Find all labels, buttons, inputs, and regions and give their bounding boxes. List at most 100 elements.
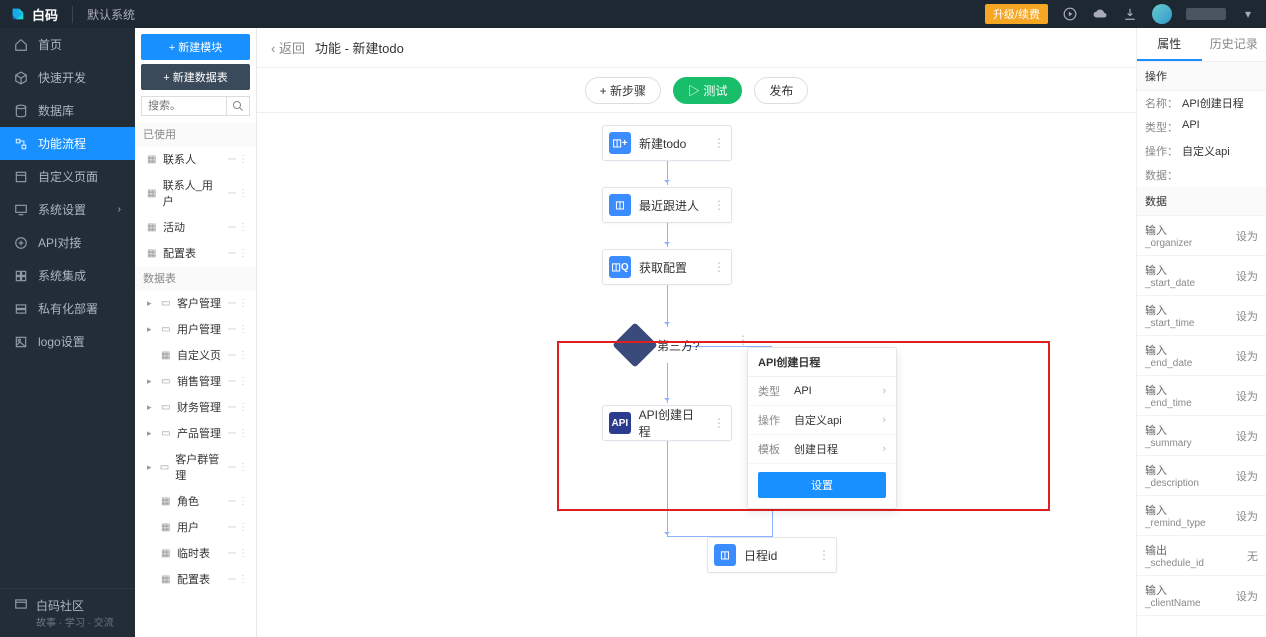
download-icon[interactable] — [1122, 6, 1138, 22]
popover-row[interactable]: 类型API› — [748, 377, 896, 406]
drag-handle-icon[interactable]: ⎓⋮ — [228, 462, 248, 473]
new-table-button[interactable]: + 新建数据表 — [141, 64, 250, 90]
set-as-link[interactable]: 设为 — [1236, 308, 1258, 324]
node-more-icon[interactable]: ⋮ — [818, 548, 830, 562]
used-item[interactable]: ▦联系人⎓⋮ — [135, 146, 256, 172]
doc-icon: ▦ — [161, 350, 171, 361]
folder-icon: ▭ — [161, 402, 171, 413]
avatar[interactable] — [1152, 4, 1172, 24]
drag-handle-icon[interactable]: ⎓⋮ — [228, 324, 248, 335]
data-item[interactable]: 输入_organizer设为 — [1137, 216, 1266, 256]
set-as-link[interactable]: 设为 — [1236, 348, 1258, 364]
tree-item[interactable]: ▸▭客户群管理⎓⋮ — [135, 446, 256, 488]
flow-node-schedule-id[interactable]: ◫ 日程id ⋮ — [707, 537, 837, 573]
tree-item[interactable]: ▦自定义页⎓⋮ — [135, 342, 256, 368]
tree-item[interactable]: ▦用户⎓⋮ — [135, 514, 256, 540]
set-as-link[interactable]: 设为 — [1236, 388, 1258, 404]
flow-canvas[interactable]: ◫+ 新建todo ⋮ ◫ 最近跟进人 ⋮ ◫Q 获取配置 ⋮ 第三方? ⋮ — [257, 113, 1136, 637]
nav-integration[interactable]: 系统集成 — [0, 259, 135, 292]
flow-icon — [14, 137, 28, 151]
node-more-icon[interactable]: ⋮ — [713, 260, 725, 274]
used-item[interactable]: ▦配置表⎓⋮ — [135, 240, 256, 266]
new-step-button[interactable]: + 新步骤 — [585, 77, 661, 104]
drag-handle-icon[interactable]: ⎓⋮ — [228, 298, 248, 309]
nav-settings[interactable]: 系统设置› — [0, 193, 135, 226]
search-icon[interactable] — [226, 96, 250, 116]
nav-database[interactable]: 数据库 — [0, 94, 135, 127]
chevron-down-icon[interactable]: ▾ — [1240, 6, 1256, 22]
username[interactable] — [1186, 8, 1226, 20]
popover-settings-button[interactable]: 设置 — [758, 472, 886, 498]
drag-handle-icon[interactable]: ⎓⋮ — [228, 154, 248, 165]
drag-handle-icon[interactable]: ⎓⋮ — [228, 428, 248, 439]
drag-handle-icon[interactable]: ⎓⋮ — [228, 350, 248, 361]
back-button[interactable]: ‹ 返回 — [271, 38, 305, 57]
tab-properties[interactable]: 属性 — [1137, 28, 1202, 61]
set-as-link[interactable]: 设为 — [1236, 508, 1258, 524]
tree-item[interactable]: ▸▭产品管理⎓⋮ — [135, 420, 256, 446]
node-more-icon[interactable]: ⋮ — [713, 136, 725, 150]
data-item[interactable]: 输入_description设为 — [1137, 456, 1266, 496]
publish-button[interactable]: 发布 — [754, 77, 808, 104]
nav-flow[interactable]: 功能流程 — [0, 127, 135, 160]
flow-node-recent-follower[interactable]: ◫ 最近跟进人 ⋮ — [602, 187, 732, 223]
new-module-button[interactable]: + 新建模块 — [141, 34, 250, 60]
drag-handle-icon[interactable]: ⎓⋮ — [228, 376, 248, 387]
drag-handle-icon[interactable]: ⎓⋮ — [228, 574, 248, 585]
drag-handle-icon[interactable]: ⎓⋮ — [228, 496, 248, 507]
upgrade-button[interactable]: 升级/续费 — [985, 4, 1048, 24]
test-button[interactable]: ▷ 测试 — [673, 77, 742, 104]
drag-handle-icon[interactable]: ⎓⋮ — [228, 222, 248, 233]
drag-handle-icon[interactable]: ⎓⋮ — [228, 522, 248, 533]
caret-icon — [147, 350, 155, 360]
nav-logo[interactable]: logo设置 — [0, 325, 135, 358]
drag-handle-icon[interactable]: ⎓⋮ — [228, 248, 248, 259]
logo[interactable]: 白码 — [10, 5, 72, 24]
nav-home[interactable]: 首页 — [0, 28, 135, 61]
tab-history[interactable]: 历史记录 — [1202, 28, 1266, 61]
cloud-icon[interactable] — [1092, 6, 1108, 22]
tree-item[interactable]: ▦临时表⎓⋮ — [135, 540, 256, 566]
community-link[interactable]: 白码社区 故事 · 学习 · 交流 — [0, 588, 135, 637]
data-item[interactable]: 输入_clientName设为 — [1137, 576, 1266, 616]
flow-node-get-config[interactable]: ◫Q 获取配置 ⋮ — [602, 249, 732, 285]
popover-row[interactable]: 模板创建日程› — [748, 435, 896, 464]
property-row: 类型：API — [1137, 115, 1266, 139]
nav-private[interactable]: 私有化部署 — [0, 292, 135, 325]
set-as-link[interactable]: 设为 — [1236, 228, 1258, 244]
set-as-link[interactable]: 设为 — [1236, 268, 1258, 284]
data-item[interactable]: 输入_end_date设为 — [1137, 336, 1266, 376]
tree-item[interactable]: ▸▭财务管理⎓⋮ — [135, 394, 256, 420]
nav-quickdev[interactable]: 快速开发 — [0, 61, 135, 94]
used-item[interactable]: ▦联系人_用户⎓⋮ — [135, 172, 256, 214]
used-item[interactable]: ▦活动⎓⋮ — [135, 214, 256, 240]
data-item[interactable]: 输入_summary设为 — [1137, 416, 1266, 456]
set-as-link[interactable]: 设为 — [1236, 588, 1258, 604]
drag-handle-icon[interactable]: ⎓⋮ — [228, 188, 248, 199]
data-item[interactable]: 输出_schedule_id无 — [1137, 536, 1266, 576]
popover-row[interactable]: 操作自定义api› — [748, 406, 896, 435]
tree-item[interactable]: ▦角色⎓⋮ — [135, 488, 256, 514]
set-as-link[interactable]: 设为 — [1236, 468, 1258, 484]
play-icon[interactable] — [1062, 6, 1078, 22]
api-icon — [14, 236, 28, 250]
flow-node-create-todo[interactable]: ◫+ 新建todo ⋮ — [602, 125, 732, 161]
tree-item[interactable]: ▦配置表⎓⋮ — [135, 566, 256, 592]
data-item[interactable]: 输入_end_time设为 — [1137, 376, 1266, 416]
nav-api[interactable]: API对接 — [0, 226, 135, 259]
tree-item[interactable]: ▸▭客户管理⎓⋮ — [135, 290, 256, 316]
nav-custompage[interactable]: 自定义页面 — [0, 160, 135, 193]
data-item[interactable]: 输入_start_date设为 — [1137, 256, 1266, 296]
tree-item[interactable]: ▸▭用户管理⎓⋮ — [135, 316, 256, 342]
data-item[interactable]: 输入_start_time设为 — [1137, 296, 1266, 336]
set-as-link[interactable]: 无 — [1247, 548, 1258, 564]
tree-item[interactable]: ▸▭销售管理⎓⋮ — [135, 368, 256, 394]
node-more-icon[interactable]: ⋮ — [713, 198, 725, 212]
drag-handle-icon[interactable]: ⎓⋮ — [228, 402, 248, 413]
search-input[interactable] — [141, 96, 226, 116]
set-as-link[interactable]: 设为 — [1236, 428, 1258, 444]
drag-handle-icon[interactable]: ⎓⋮ — [228, 548, 248, 559]
system-name[interactable]: 默认系统 — [72, 6, 135, 23]
breadcrumb: ‹ 返回 功能 - 新建todo — [257, 28, 1136, 68]
data-item[interactable]: 输入_remind_type设为 — [1137, 496, 1266, 536]
